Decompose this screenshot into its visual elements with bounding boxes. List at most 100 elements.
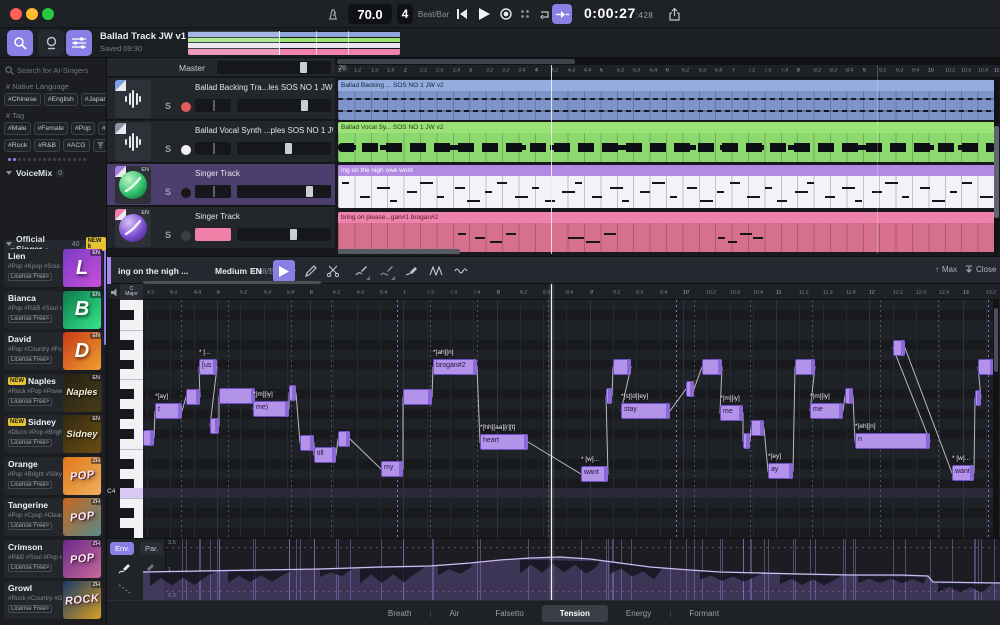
piano-roll-note[interactable] <box>606 388 612 404</box>
page-dot[interactable] <box>13 158 16 161</box>
solo-button[interactable]: S <box>165 101 171 111</box>
singer-search-button[interactable] <box>7 30 33 56</box>
license-badge[interactable]: License Free> <box>8 481 52 489</box>
singer-search-field[interactable]: Search for AI-Singers <box>5 63 102 78</box>
scissors-tool-button[interactable] <box>322 260 344 282</box>
license-badge[interactable]: License Free> <box>8 315 52 323</box>
volume-slider[interactable] <box>237 142 331 155</box>
tag-filter-expand-button[interactable] <box>93 139 107 152</box>
project-title[interactable]: Ballad Track JW v1 <box>100 31 186 42</box>
track-name[interactable]: Singer Track <box>195 169 333 178</box>
mixer-panel-button[interactable] <box>66 30 92 56</box>
license-badge[interactable]: License Free> <box>8 356 52 364</box>
piano-roll-note[interactable] <box>795 359 815 375</box>
piano-roll-note[interactable] <box>743 433 750 449</box>
param-tab-formant[interactable]: Formant <box>671 605 737 622</box>
singer-card[interactable]: Growl#Rock #Country #G...License Free>RO… <box>4 581 103 619</box>
beats-per-bar-value[interactable]: 4 <box>397 4 413 24</box>
voicemix-section-header[interactable]: VoiceMix 0 <box>6 168 64 178</box>
page-dot[interactable] <box>18 158 21 161</box>
black-key[interactable] <box>120 409 134 419</box>
singer-card[interactable]: Tangerine#Pop #Cpop #Clear...License Fre… <box>4 498 103 536</box>
piano-roll-note[interactable] <box>975 390 981 406</box>
pencil-tool-button[interactable] <box>300 260 322 282</box>
lyric-language-selector[interactable]: EN <box>250 266 262 276</box>
piano-roll-note[interactable] <box>686 381 694 397</box>
black-key[interactable] <box>120 429 134 439</box>
piano-roll-note[interactable] <box>702 359 722 375</box>
arrangement-minimap[interactable] <box>188 31 400 55</box>
piano-roll-note[interactable] <box>845 388 853 404</box>
wave-tool-button[interactable] <box>425 260 447 282</box>
track-row[interactable]: SBallad Vocal Synth ...ples SOS NO 1 JW … <box>107 121 335 163</box>
render-quality-selector[interactable]: Medium <box>215 266 247 276</box>
pan-slider[interactable] <box>195 228 231 241</box>
volume-slider[interactable] <box>237 99 331 112</box>
piano-roll-ruler[interactable]: 4.24.34.455.25.35.466.26.36.477.27.37.48… <box>143 284 1000 300</box>
license-badge[interactable]: License Free> <box>8 439 52 447</box>
vibrato-pen-tool-button[interactable] <box>375 260 397 282</box>
language-filter-chip[interactable]: #Japanese <box>81 93 107 106</box>
solo-button[interactable]: S <box>165 230 171 240</box>
singer-card[interactable]: NEWSidney#Disco #Pop #Brigh...License Fr… <box>4 415 103 453</box>
pitch-pen-tool-button[interactable] <box>350 260 372 282</box>
page-dot[interactable] <box>33 158 36 161</box>
piano-roll-note[interactable]: ay <box>768 463 793 479</box>
goto-playhead-button[interactable] <box>552 4 572 24</box>
tempo-value[interactable]: 70.0 <box>348 4 392 24</box>
piano-roll-note[interactable] <box>751 420 764 436</box>
master-track-row[interactable]: Master <box>107 58 335 77</box>
track-icon-tile[interactable]: EN <box>115 209 151 247</box>
track-icon-tile[interactable]: EN <box>115 166 151 204</box>
page-dot[interactable] <box>63 158 66 161</box>
singer-card[interactable]: Crimson#R&B #Soul #Pop #...License Free>… <box>4 540 103 578</box>
param-tab-falsetto[interactable]: Falsetto <box>477 605 541 622</box>
page-dot[interactable] <box>23 158 26 161</box>
track-name[interactable]: Singer Track <box>195 212 333 221</box>
piano-roll-note[interactable] <box>403 389 432 405</box>
record-arm-button[interactable] <box>181 145 191 155</box>
param-brush-tool[interactable] <box>140 561 158 577</box>
singer-card[interactable]: Orange#Pop #Bright #Silky...License Free… <box>4 457 103 495</box>
arrangement-clip[interactable]: ing on the nigh owe wont <box>338 165 996 208</box>
track-icon-tile[interactable] <box>115 80 151 118</box>
piano-roll-note[interactable]: t <box>155 403 182 419</box>
page-dot[interactable] <box>8 158 11 161</box>
grid-mode-icon[interactable] <box>515 4 535 24</box>
black-key[interactable] <box>120 528 134 538</box>
track-name[interactable]: Ballad Backing Tra...les SOS NO 1 JW v2 <box>195 83 333 92</box>
piano-roll-note[interactable]: want <box>952 465 974 481</box>
piano-roll-note[interactable] <box>978 359 993 375</box>
arrangement-clip[interactable]: Ballad Backing ... SOS NO 1 JW v2 <box>338 80 996 120</box>
license-badge[interactable]: License Free> <box>8 273 52 281</box>
track-row[interactable]: ENSSinger Track <box>107 164 335 206</box>
piano-roll-note[interactable]: brogan#2 <box>433 359 477 375</box>
black-key[interactable] <box>120 340 134 350</box>
singer-card[interactable]: NEWNaples#Rock #Pop #Power...License Fre… <box>4 374 103 412</box>
window-close-button[interactable] <box>10 8 22 20</box>
window-minimize-button[interactable] <box>26 8 38 20</box>
anchor-pen-tool-button[interactable] <box>400 260 422 282</box>
timeline-vertical-scrollbar[interactable] <box>994 78 999 254</box>
black-key[interactable] <box>120 508 134 518</box>
window-zoom-button[interactable] <box>42 8 54 20</box>
page-dot[interactable] <box>58 158 61 161</box>
highlighted-c4-key[interactable] <box>120 488 143 498</box>
param-tab-tension[interactable]: Tension <box>542 605 608 622</box>
page-dot[interactable] <box>83 158 86 161</box>
skip-to-start-button[interactable] <box>452 4 472 24</box>
piano-roll-note[interactable] <box>219 388 255 404</box>
timeline-horizontal-scrollbar[interactable] <box>335 58 1000 65</box>
loop-icon[interactable] <box>534 4 554 24</box>
page-dot[interactable] <box>28 158 31 161</box>
tag-filter-chip[interactable]: #Female <box>34 122 68 135</box>
page-dot[interactable] <box>48 158 51 161</box>
tag-filter-chip[interactable]: #Male <box>4 122 31 135</box>
page-dot[interactable] <box>73 158 76 161</box>
language-filter-chip[interactable]: #Chinese <box>4 93 41 106</box>
piano-roll-note[interactable]: want <box>581 466 608 482</box>
pan-slider[interactable] <box>195 185 231 198</box>
piano-roll-note[interactable]: heart <box>480 434 528 450</box>
sidebar-scrollbar[interactable] <box>104 250 106 345</box>
license-badge[interactable]: License Free> <box>8 398 52 406</box>
